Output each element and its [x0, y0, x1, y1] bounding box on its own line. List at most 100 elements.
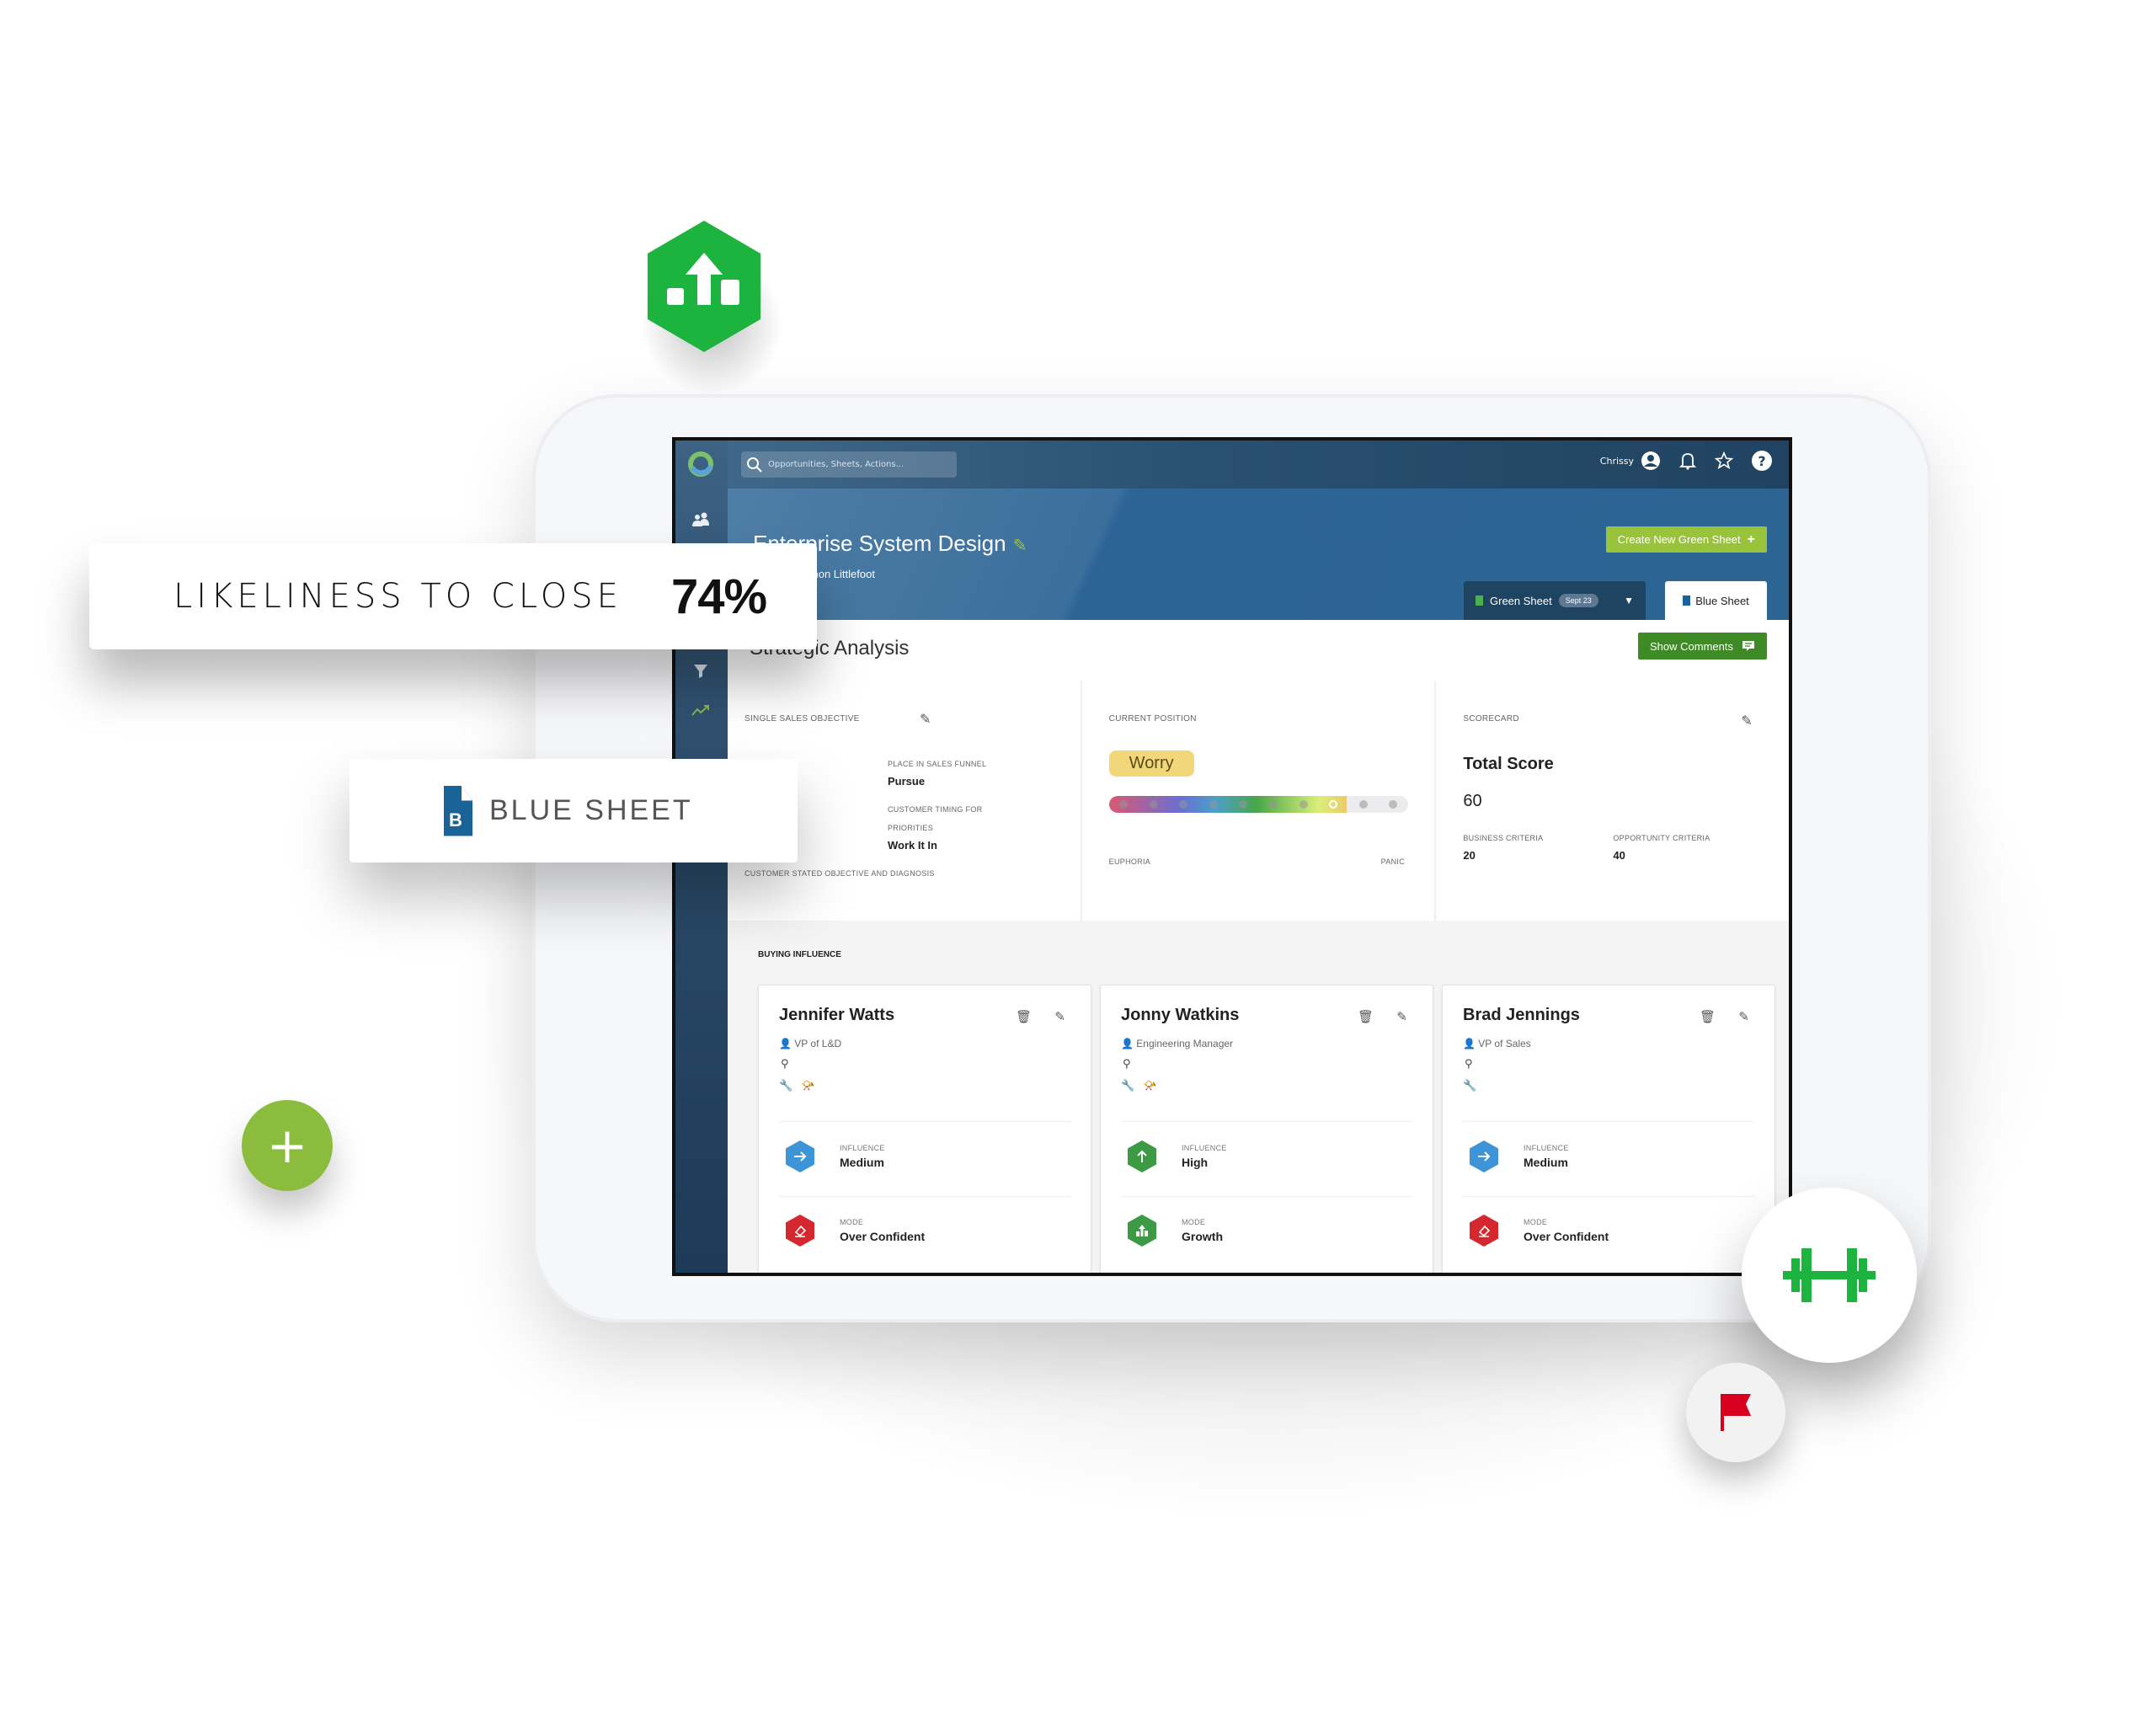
location-pin-icon: ⚲ — [781, 1058, 789, 1071]
buying-influence-card[interactable]: Brad Jennings 🗑 ✎ 👤 VP of Sales ⚲ 🔧 INFL… — [1442, 985, 1775, 1273]
influence-arrow-up-icon — [1128, 1140, 1156, 1172]
person-name: Jonny Watkins — [1121, 1006, 1240, 1024]
position-marker[interactable] — [1149, 800, 1158, 809]
stated-objective-label: CUSTOMER STATED OBJECTIVE AND DIAGNOSIS — [744, 869, 935, 878]
divider — [1121, 1196, 1412, 1197]
mode-label: MODE — [1182, 1218, 1206, 1226]
blue-sheet-icon — [1683, 595, 1691, 606]
buying-influence-card[interactable]: Jonny Watkins 🗑 ✎ 👤 Engineering Manager … — [1100, 985, 1433, 1273]
doc-fold — [462, 785, 472, 801]
panic-label: PANIC — [1380, 857, 1406, 866]
likeliness-value: 74% — [670, 569, 767, 624]
blue-sheet-doc-icon: B — [444, 785, 472, 836]
trash-icon[interactable]: 🗑 — [1358, 1009, 1374, 1024]
person-name: Brad Jennings — [1463, 1006, 1580, 1024]
user-avatar-icon[interactable] — [1641, 451, 1661, 471]
buying-influence-cards: Jennifer Watts 🗑 ✎ 👤 VP of L&D ⚲ 🔧 📯 INF… — [758, 985, 1775, 1273]
contacts-icon[interactable] — [689, 508, 712, 531]
tab-green-sheet-label: Green Sheet — [1490, 594, 1552, 607]
person-role: 👤 VP of Sales — [1463, 1038, 1531, 1049]
buying-influence-card[interactable]: Jennifer Watts 🗑 ✎ 👤 VP of L&D ⚲ 🔧 📯 INF… — [758, 985, 1091, 1273]
position-marker[interactable] — [1268, 800, 1278, 809]
blue-sheet-letter: B — [449, 809, 462, 830]
divider — [779, 1121, 1070, 1122]
blue-sheet-label: BLUE SHEET — [489, 794, 693, 826]
location-pin-icon: ⚲ — [1465, 1058, 1473, 1071]
divider — [1463, 1196, 1754, 1197]
tab-green-sheet[interactable]: Green Sheet Sept 23 ▼ — [1464, 581, 1646, 620]
person-icon: 👤 — [779, 1038, 792, 1049]
position-marker[interactable] — [1358, 800, 1368, 809]
search-icon — [747, 457, 762, 473]
tab-blue-sheet-label: Blue Sheet — [1695, 594, 1749, 607]
edit-icon[interactable]: ✎ — [1396, 1009, 1407, 1024]
total-score-value: 60 — [1463, 792, 1482, 810]
influence-value: Medium — [840, 1156, 884, 1169]
funnel-value: Pursue — [888, 775, 926, 788]
edit-title-icon[interactable]: ✎ — [1013, 537, 1027, 555]
edit-icon[interactable]: ✎ — [1738, 1009, 1749, 1024]
business-criteria-label: BUSINESS CRITERIA — [1463, 834, 1544, 842]
role-icons: 🔧 — [1463, 1080, 1476, 1092]
person-icon: 👤 — [1463, 1038, 1476, 1049]
mode-growth-chart-icon — [1128, 1215, 1156, 1247]
person-role: 👤 Engineering Manager — [1121, 1038, 1233, 1049]
main-content: Strategic Analysis Show Comments SINGLE … — [728, 620, 1789, 1273]
user-name[interactable]: Chrissy — [1600, 456, 1634, 467]
position-marker[interactable] — [1299, 800, 1308, 809]
help-icon[interactable]: ? — [1752, 451, 1772, 471]
position-marker-current[interactable] — [1329, 800, 1338, 809]
mode-label: MODE — [840, 1218, 864, 1226]
mode-eraser-icon — [786, 1215, 814, 1247]
chevron-down-icon[interactable]: ▼ — [1624, 595, 1634, 606]
tab-blue-sheet[interactable]: Blue Sheet — [1665, 581, 1767, 620]
create-green-sheet-button[interactable]: Create New Green Sheet + — [1605, 526, 1767, 553]
current-position-label: CURRENT POSITION — [1108, 714, 1197, 724]
mode-row: MODE Over Confident — [779, 1215, 925, 1247]
influence-value: Medium — [1524, 1156, 1568, 1169]
trash-icon[interactable]: 🗑 — [1700, 1009, 1716, 1024]
person-role-text: VP of Sales — [1478, 1038, 1531, 1049]
influence-row: INFLUENCE High — [1121, 1140, 1227, 1172]
trash-icon[interactable]: 🗑 — [1016, 1009, 1032, 1024]
timing-value: Work It In — [888, 839, 937, 852]
opportunity-criteria-value: 40 — [1613, 849, 1625, 862]
edit-icon[interactable]: ✎ — [1054, 1009, 1065, 1024]
edit-scorecard-icon[interactable]: ✎ — [1741, 713, 1752, 729]
location-pin-icon: ⚲ — [1123, 1058, 1131, 1071]
search-input[interactable]: Opportunities, Sheets, Actions... — [741, 451, 957, 478]
edit-sso-icon[interactable]: ✎ — [920, 711, 931, 727]
likeliness-label: LIKELINESS TO CLOSE — [173, 577, 622, 616]
top-bar: Opportunities, Sheets, Actions... Chriss… — [728, 441, 1789, 489]
opportunity-criteria-label: OPPORTUNITY CRITERIA — [1613, 834, 1710, 842]
dumbbell-icon — [1783, 1248, 1876, 1302]
person-role-text: Engineering Manager — [1136, 1038, 1234, 1049]
bell-icon[interactable] — [1679, 451, 1696, 470]
divider — [1121, 1121, 1412, 1122]
add-button[interactable]: + — [242, 1100, 333, 1191]
whistle-icon: 📯 — [801, 1080, 815, 1092]
trend-icon[interactable] — [689, 698, 712, 722]
app-screen: Opportunities, Sheets, Actions... Chriss… — [672, 437, 1792, 1276]
timing-label-line2: PRIORITIES — [888, 824, 934, 832]
mode-value: Growth — [1182, 1230, 1223, 1243]
business-criteria-value: 20 — [1463, 849, 1476, 862]
mode-value: Over Confident — [840, 1230, 926, 1243]
show-comments-button[interactable]: Show Comments — [1638, 633, 1767, 660]
person-name: Jennifer Watts — [779, 1006, 895, 1024]
position-scale[interactable] — [1108, 796, 1408, 813]
position-marker[interactable] — [1389, 800, 1398, 809]
blue-sheet-card: B BLUE SHEET — [350, 759, 798, 862]
funnel-icon[interactable] — [689, 660, 712, 683]
divider — [779, 1196, 1070, 1197]
position-marker[interactable] — [1209, 800, 1218, 809]
influence-arrow-right-icon — [1470, 1140, 1498, 1172]
star-icon[interactable] — [1715, 451, 1733, 470]
show-comments-label: Show Comments — [1650, 639, 1733, 653]
section-header: Strategic Analysis Show Comments — [728, 620, 1789, 681]
timing-label-line1: CUSTOMER TIMING FOR — [888, 805, 983, 814]
person-role: 👤 VP of L&D — [779, 1038, 841, 1049]
divider — [1463, 1121, 1754, 1122]
person-icon: 👤 — [1121, 1038, 1134, 1049]
strength-badge — [1742, 1188, 1917, 1363]
